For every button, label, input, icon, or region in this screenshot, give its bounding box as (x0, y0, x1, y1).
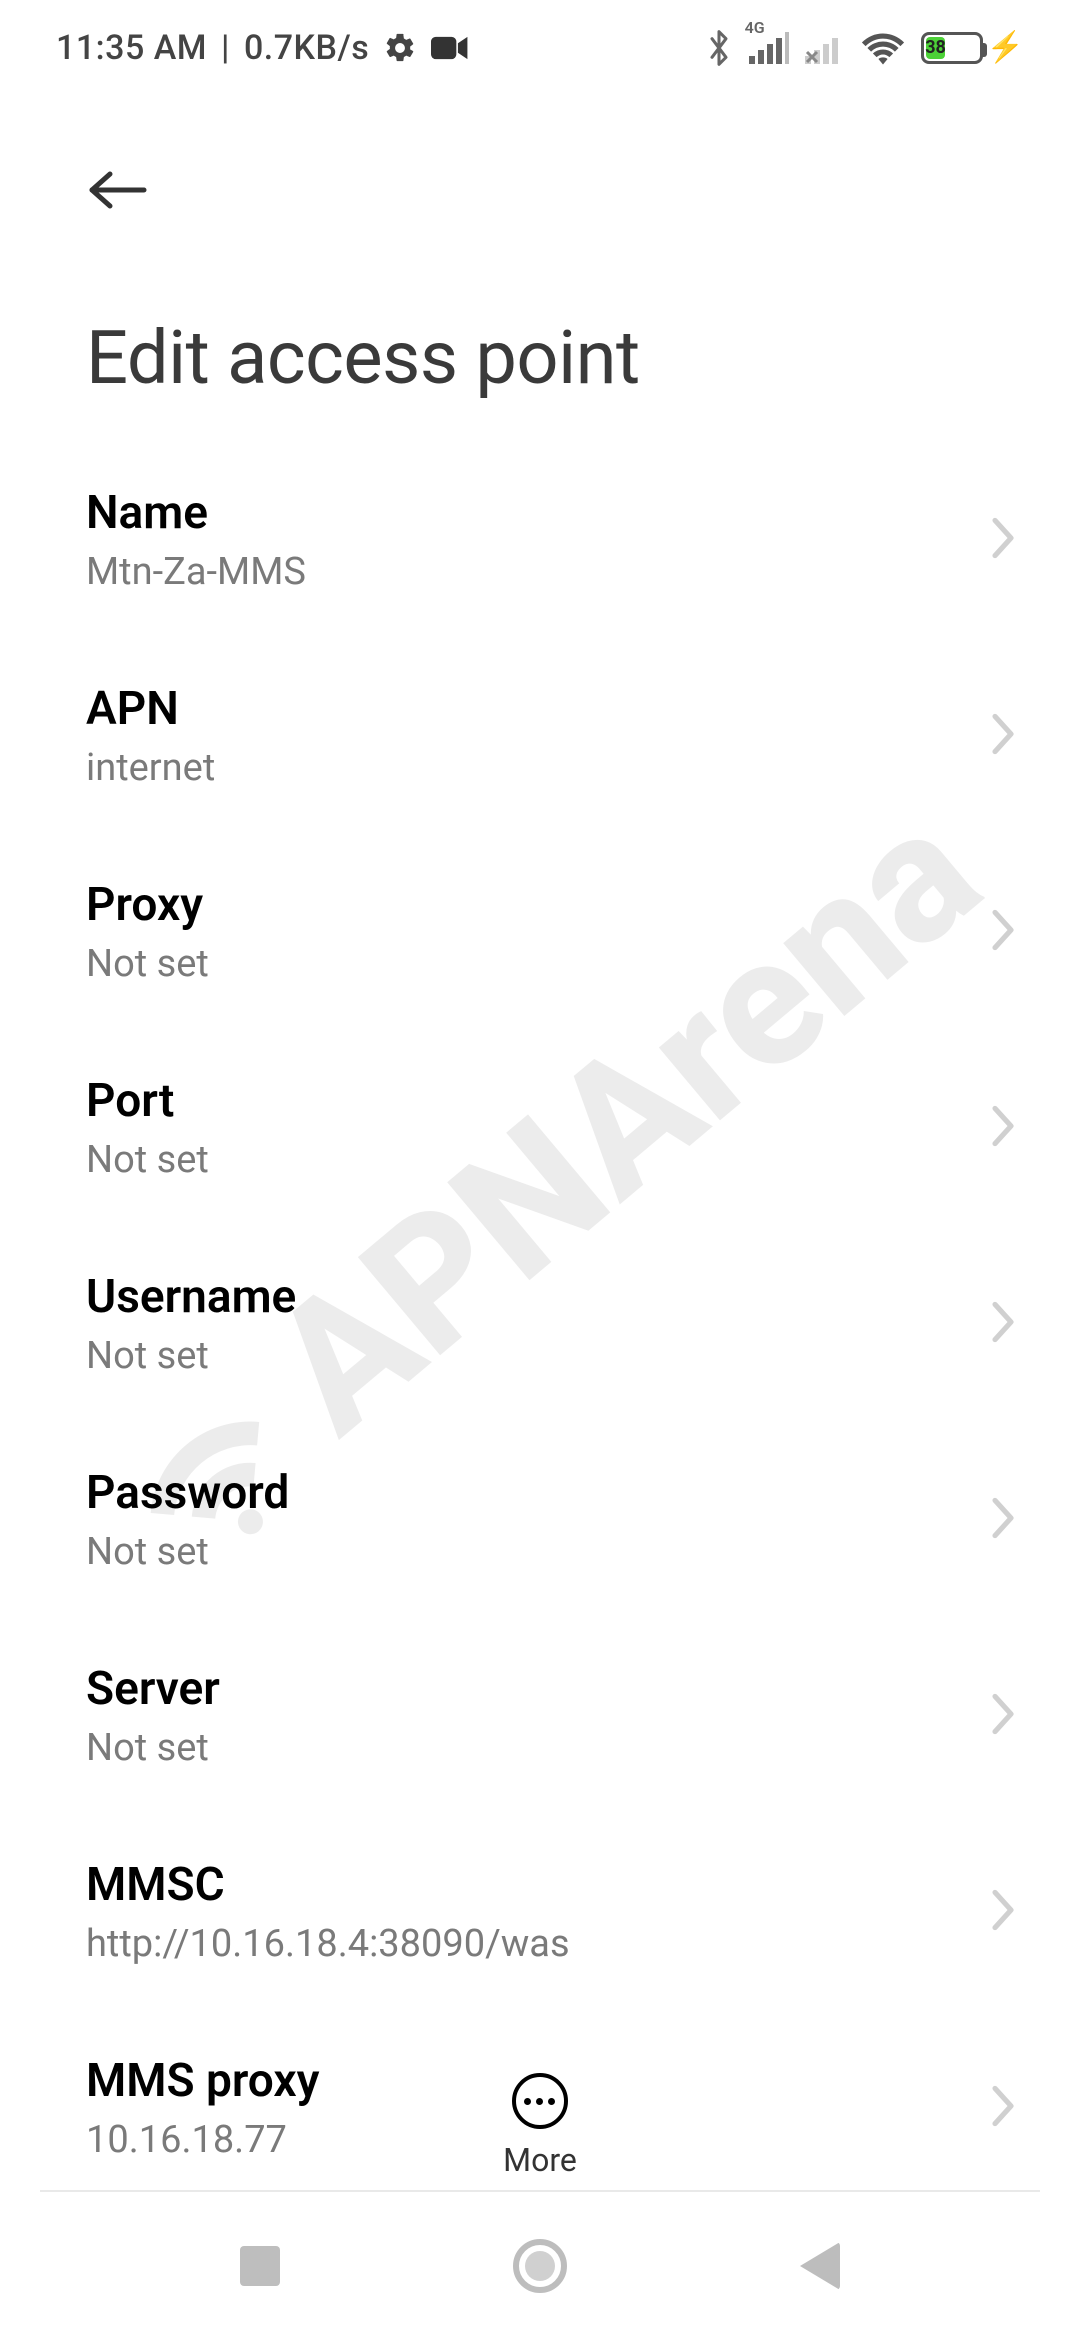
settings-row-title: MMSC (86, 1858, 570, 1912)
settings-row-value: Mtn-Za-MMS (86, 550, 306, 594)
wifi-icon (861, 31, 905, 65)
settings-row-name[interactable]: Name Mtn-Za-MMS (0, 442, 1080, 638)
settings-row-value: 10.16.18.77 (86, 2118, 319, 2162)
settings-row-title: Server (86, 1662, 220, 1716)
settings-row-title: Username (86, 1270, 296, 1324)
chevron-right-icon (988, 1494, 1018, 1546)
settings-row-value: Not set (86, 1530, 289, 1574)
status-time: 11:35 AM (56, 28, 207, 68)
settings-row-value: internet (86, 746, 215, 790)
chevron-right-icon (988, 710, 1018, 762)
settings-row-value: http://10.16.18.4:38090/was (86, 1922, 570, 1966)
settings-row-value: Not set (86, 1138, 209, 1182)
settings-row-text: APN internet (86, 682, 215, 790)
nav-back-button[interactable] (785, 2231, 855, 2301)
status-net-speed: 0.7KB/s (244, 28, 369, 68)
settings-row-apn[interactable]: APN internet (0, 638, 1080, 834)
settings-row-title: Password (86, 1466, 289, 1520)
nav-home-button[interactable] (505, 2231, 575, 2301)
status-left: 11:35 AM | 0.7KB/s (56, 28, 469, 68)
settings-row-text: Username Not set (86, 1270, 296, 1378)
chevron-right-icon (988, 514, 1018, 566)
settings-row-server[interactable]: Server Not set (0, 1618, 1080, 1814)
settings-row-password[interactable]: Password Not set (0, 1422, 1080, 1618)
app-header (0, 95, 1080, 245)
back-button[interactable] (86, 155, 156, 225)
arrow-left-icon (86, 168, 148, 212)
settings-row-value: Not set (86, 1726, 220, 1770)
status-separator: | (221, 28, 230, 68)
settings-row-title: Proxy (86, 878, 209, 932)
settings-row-text: MMS proxy 10.16.18.77 (86, 2054, 319, 2162)
settings-row-username[interactable]: Username Not set (0, 1226, 1080, 1422)
settings-list: Name Mtn-Za-MMS APN internet Proxy Not s… (0, 442, 1080, 2197)
chevron-right-icon (988, 906, 1018, 958)
status-bar: 11:35 AM | 0.7KB/s 4G 38 ⚡ (0, 0, 1080, 95)
chevron-right-icon (988, 1886, 1018, 1938)
triangle-back-icon (800, 2242, 840, 2290)
gear-icon (383, 31, 417, 65)
chevron-right-icon (988, 1690, 1018, 1742)
square-icon (240, 2246, 280, 2286)
settings-row-text: Name Mtn-Za-MMS (86, 486, 306, 594)
camera-icon (431, 34, 469, 62)
settings-row-value: Not set (86, 1334, 296, 1378)
settings-row-mms_proxy[interactable]: MMS proxy 10.16.18.77 (0, 2010, 1080, 2197)
settings-row-title: Port (86, 1074, 209, 1128)
settings-row-text: Password Not set (86, 1466, 289, 1574)
settings-row-text: Proxy Not set (86, 878, 209, 986)
settings-row-text: Server Not set (86, 1662, 220, 1770)
settings-row-value: Not set (86, 942, 209, 986)
network-badge: 4G (745, 18, 765, 37)
settings-row-proxy[interactable]: Proxy Not set (0, 834, 1080, 1030)
settings-row-mmsc[interactable]: MMSC http://10.16.18.4:38090/was (0, 1814, 1080, 2010)
circle-icon (513, 2239, 567, 2293)
chevron-right-icon (988, 1298, 1018, 1350)
settings-row-text: Port Not set (86, 1074, 209, 1182)
charging-icon: ⚡ (987, 30, 1024, 65)
settings-row-port[interactable]: Port Not set (0, 1030, 1080, 1226)
settings-row-title: Name (86, 486, 306, 540)
chevron-right-icon (988, 2082, 1018, 2134)
signal-4g-icon: 4G (749, 32, 789, 64)
settings-row-title: MMS proxy (86, 2054, 319, 2108)
signal-nosim-icon (805, 32, 845, 64)
bluetooth-icon (705, 29, 733, 67)
android-nav-bar (0, 2192, 1080, 2340)
battery-percent: 38 (926, 37, 946, 59)
settings-row-text: MMSC http://10.16.18.4:38090/was (86, 1858, 570, 1966)
chevron-right-icon (988, 1102, 1018, 1154)
page-title: Edit access point (0, 245, 1080, 442)
status-right: 4G 38 ⚡ (705, 29, 1024, 67)
settings-row-title: APN (86, 682, 215, 736)
nav-recents-button[interactable] (225, 2231, 295, 2301)
battery-indicator: 38 ⚡ (921, 30, 1024, 65)
